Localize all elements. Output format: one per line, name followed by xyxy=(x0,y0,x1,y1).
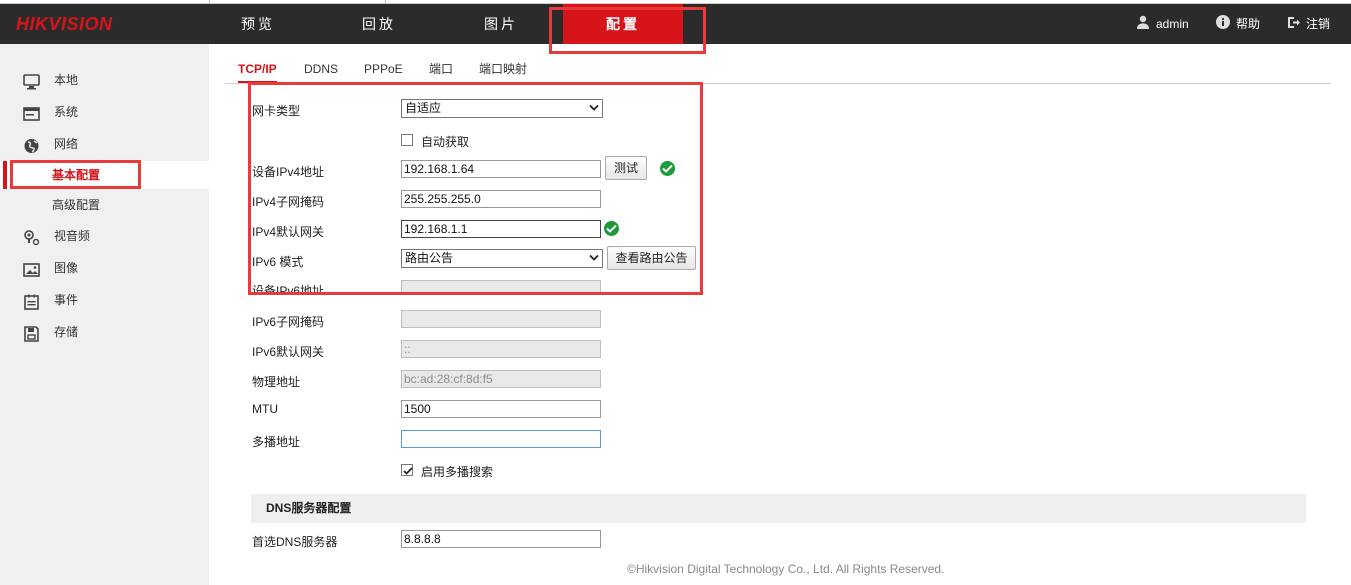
sidebar-item-video-audio[interactable]: 视音频 xyxy=(0,222,209,250)
check-ok-icon xyxy=(604,221,619,236)
sidebar-item-label: 存储 xyxy=(54,325,79,339)
ipv6-gateway-input xyxy=(401,340,601,358)
image-icon xyxy=(23,260,40,277)
logout-label: 注销 xyxy=(1306,17,1331,31)
multicast-search-checkbox[interactable] xyxy=(401,464,413,476)
sidebar-item-label: 视音频 xyxy=(54,229,91,243)
username: admin xyxy=(1156,17,1189,31)
ipv6-address-input xyxy=(401,280,601,293)
mtu-label: MTU xyxy=(252,402,278,416)
multicast-address-input[interactable] xyxy=(401,430,601,448)
sidebar-item-label: 事件 xyxy=(54,293,79,307)
logout-link[interactable]: 注销 xyxy=(1287,4,1330,44)
nav-configuration[interactable]: 配置 xyxy=(563,4,683,44)
event-icon xyxy=(23,292,40,310)
chevron-down-icon xyxy=(589,104,599,111)
sidebar-item-label: 本地 xyxy=(54,73,79,87)
info-icon xyxy=(1216,5,1230,45)
dns-primary-label: 首选DNS服务器 xyxy=(252,535,338,549)
multicast-address-label: 多播地址 xyxy=(252,435,301,449)
nav-preview[interactable]: 预览 xyxy=(212,4,304,44)
chevron-down-icon xyxy=(589,254,599,261)
hikvision-logo: HIKVISION xyxy=(16,14,113,34)
sidebar-item-image[interactable]: 图像 xyxy=(0,254,209,282)
help-link[interactable]: 帮助 xyxy=(1216,4,1260,44)
sidebar-item-basic-config[interactable]: 基本配置 xyxy=(0,161,209,189)
help-label: 帮助 xyxy=(1236,17,1261,31)
ipv4-gateway-label: IPv4默认网关 xyxy=(252,225,325,239)
copyright-footer: ©Hikvision Digital Technology Co., Ltd. … xyxy=(627,562,945,576)
tab-ddns[interactable]: DDNS xyxy=(304,60,338,83)
nic-type-label: 网卡类型 xyxy=(252,104,301,118)
config-tabs: TCP/IP DDNS PPPoE 端口 端口映射 xyxy=(225,60,1331,84)
mac-address-label: 物理地址 xyxy=(252,375,301,389)
sidebar-item-label: 系统 xyxy=(54,105,79,119)
sidebar-item-label: 高级配置 xyxy=(52,198,101,212)
ipv6-mode-label: IPv6 模式 xyxy=(252,255,304,269)
sidebar: 本地 系统 网络 基本配置 高级配置 视音频 图像 事件 存储 xyxy=(0,44,209,585)
top-nav-bar: HIKVISION 预览 回放 图片 配置 admin 帮助 注销 xyxy=(0,4,1351,44)
tab-tcpip[interactable]: TCP/IP xyxy=(238,60,277,83)
ipv4-mask-input[interactable] xyxy=(401,190,601,208)
checkmark-icon xyxy=(403,467,413,475)
nav-playback[interactable]: 回放 xyxy=(333,4,425,44)
sidebar-item-label: 基本配置 xyxy=(52,168,101,182)
user-menu[interactable]: admin xyxy=(1136,4,1189,44)
nic-type-value: 自适应 xyxy=(405,101,442,115)
ipv4-mask-label: IPv4子网掩码 xyxy=(252,195,325,209)
logout-icon xyxy=(1287,5,1300,45)
mic-icon xyxy=(23,228,40,246)
ipv4-gateway-input[interactable] xyxy=(401,220,601,238)
sidebar-item-advanced-config[interactable]: 高级配置 xyxy=(0,191,209,219)
mac-address-input xyxy=(401,370,601,388)
ipv6-mode-select[interactable]: 路由公告 xyxy=(401,249,603,268)
check-ok-icon xyxy=(660,161,675,176)
dhcp-checkbox[interactable] xyxy=(401,134,413,146)
user-icon xyxy=(1136,5,1150,45)
ipv6-mode-value: 路由公告 xyxy=(405,251,454,265)
sidebar-item-network[interactable]: 网络 xyxy=(0,130,209,158)
ipv4-address-label: 设备IPv4地址 xyxy=(252,165,325,179)
ipv6-gateway-label: IPv6默认网关 xyxy=(252,345,325,359)
sidebar-item-storage[interactable]: 存储 xyxy=(0,318,209,346)
dns-primary-input[interactable] xyxy=(401,530,601,548)
ipv6-mask-input xyxy=(401,310,601,328)
multicast-search-label: 启用多播搜索 xyxy=(421,465,494,479)
sidebar-item-system[interactable]: 系统 xyxy=(0,98,209,126)
sidebar-item-event[interactable]: 事件 xyxy=(0,286,209,314)
sidebar-item-label: 图像 xyxy=(54,261,79,275)
dhcp-label: 自动获取 xyxy=(421,135,470,149)
ipv6-mask-label: IPv6子网掩码 xyxy=(252,315,325,329)
system-icon xyxy=(23,104,40,121)
test-button[interactable]: 测试 xyxy=(605,156,647,180)
nic-type-select[interactable]: 自适应 xyxy=(401,99,603,118)
mtu-input[interactable] xyxy=(401,400,601,418)
view-route-advert-button[interactable]: 查看路由公告 xyxy=(607,246,696,270)
tab-pppoe[interactable]: PPPoE xyxy=(364,60,403,83)
tab-port-mapping[interactable]: 端口映射 xyxy=(479,60,527,83)
sidebar-item-local[interactable]: 本地 xyxy=(0,66,209,94)
storage-icon xyxy=(23,324,40,342)
globe-icon xyxy=(23,136,40,153)
ipv6-address-label: 设备IPv6地址 xyxy=(252,284,325,292)
dns-section-header: DNS服务器配置 xyxy=(251,494,1306,523)
monitor-icon xyxy=(23,72,40,90)
ipv4-address-input[interactable] xyxy=(401,160,601,178)
nav-picture[interactable]: 图片 xyxy=(455,4,547,44)
tab-port[interactable]: 端口 xyxy=(429,60,453,83)
sidebar-item-label: 网络 xyxy=(54,137,79,151)
